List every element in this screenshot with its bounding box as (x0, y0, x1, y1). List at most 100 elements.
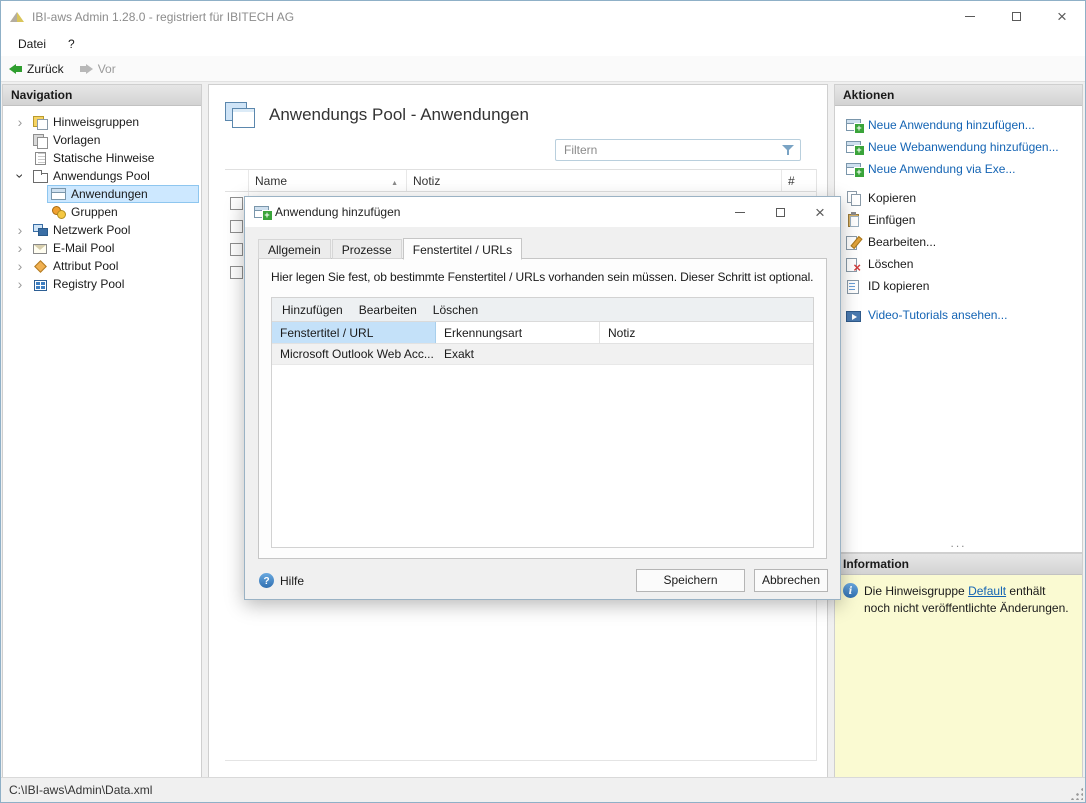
nav-item-anwendungs-pool[interactable]: Anwendungs Pool (3, 167, 201, 185)
nav-item-registry-pool[interactable]: Registry Pool (3, 275, 201, 293)
filter-icon[interactable] (776, 145, 800, 156)
grid-edit-button[interactable]: Bearbeiten (351, 300, 425, 320)
delete-icon (845, 256, 861, 272)
maximize-button[interactable] (993, 1, 1039, 32)
nav-toolbar: Zurück Vor (1, 56, 1085, 82)
dialog-minimize-button[interactable] (720, 197, 760, 227)
selected-tree-item: Anwendungen (47, 185, 199, 203)
grid-header: Fenstertitel / URL Erkennungsart Notiz (272, 322, 813, 344)
folder-icon (32, 168, 48, 184)
default-group-link[interactable]: Default (968, 584, 1006, 598)
grid-row[interactable]: Microsoft Outlook Web Acc... Exakt (272, 344, 813, 365)
nav-item-netzwerk-pool[interactable]: Netzwerk Pool (3, 221, 201, 239)
sort-ascending-icon (391, 174, 398, 188)
menu-datei[interactable]: Datei (7, 34, 57, 54)
dialog-icon (253, 204, 269, 220)
paste-icon (845, 212, 861, 228)
information-text: Die Hinweisgruppe Default enthält noch n… (864, 583, 1069, 617)
network-icon (32, 222, 48, 238)
navigation-tree: Hinweisgruppen Vorlagen Statische Hinwei… (3, 106, 201, 293)
nav-item-anwendungen[interactable]: Anwendungen (3, 185, 201, 203)
action-video-tutorials[interactable]: Video-Tutorials ansehen... (835, 304, 1082, 326)
forward-button[interactable]: Vor (80, 62, 116, 76)
minimize-button[interactable] (947, 1, 993, 32)
nav-item-hinweisgruppen[interactable]: Hinweisgruppen (3, 113, 201, 131)
forward-icon (80, 64, 93, 74)
resize-grip-icon[interactable] (1069, 786, 1083, 800)
grid-delete-button[interactable]: Löschen (425, 300, 486, 320)
action-einfuegen[interactable]: Einfügen (835, 209, 1082, 231)
cancel-button[interactable]: Abbrechen (754, 569, 828, 592)
nav-item-vorlagen[interactable]: Vorlagen (3, 131, 201, 149)
mail-icon (32, 240, 48, 256)
grid-add-button[interactable]: Hinzufügen (274, 300, 351, 320)
tab-fenstertitel-urls[interactable]: Fenstertitel / URLs (403, 238, 522, 260)
dialog-description: Hier legen Sie fest, ob bestimmte Fenste… (259, 259, 826, 284)
dialog-tab-page: Hier legen Sie fest, ob bestimmte Fenste… (258, 258, 827, 559)
information-header: Information (835, 554, 1082, 575)
grid-column-fenstertitel[interactable]: Fenstertitel / URL (272, 322, 436, 343)
save-button[interactable]: Speichern (636, 569, 745, 592)
row-checkbox[interactable] (230, 243, 243, 256)
chevron-right-icon[interactable] (11, 221, 29, 239)
status-bar: C:\IBI-aws\Admin\Data.xml (1, 777, 1085, 802)
action-id-kopieren[interactable]: ID kopieren (835, 275, 1082, 297)
grid-column-notiz[interactable]: Notiz (600, 322, 813, 343)
hint-groups-icon (32, 114, 48, 130)
static-hints-icon (32, 150, 48, 166)
dialog-title-bar[interactable]: Anwendung hinzufügen (245, 197, 840, 227)
dialog-close-button[interactable] (800, 197, 840, 227)
help-link[interactable]: Hilfe (259, 573, 304, 588)
edit-icon (845, 234, 861, 250)
filter-row (209, 133, 827, 169)
page-title-icon (225, 102, 255, 128)
chevron-right-icon[interactable] (11, 275, 29, 293)
action-neue-anwendung[interactable]: Neue Anwendung hinzufügen... (835, 114, 1082, 136)
app-logo-icon (10, 11, 24, 23)
tab-allgemein[interactable]: Allgemein (258, 239, 331, 259)
filter-input[interactable] (556, 143, 776, 157)
filter-box (555, 139, 801, 161)
nav-item-gruppen[interactable]: Gruppen (3, 203, 201, 221)
row-checkbox[interactable] (230, 197, 243, 210)
applications-icon (50, 186, 66, 202)
column-header-number[interactable]: # (782, 170, 817, 191)
chevron-right-icon[interactable] (11, 239, 29, 257)
column-header-notiz[interactable]: Notiz (407, 170, 782, 191)
attribute-icon (32, 258, 48, 274)
action-loeschen[interactable]: Löschen (835, 253, 1082, 275)
actions-list: Neue Anwendung hinzufügen... Neue Webanw… (835, 106, 1082, 326)
information-body: Die Hinweisgruppe Default enthält noch n… (835, 575, 1082, 777)
grid-column-erkennungsart[interactable]: Erkennungsart (436, 322, 600, 343)
actions-panel: Aktionen Neue Anwendung hinzufügen... Ne… (834, 84, 1083, 553)
nav-item-statische-hinweise[interactable]: Statische Hinweise (3, 149, 201, 167)
maximize-icon (1012, 12, 1021, 21)
action-kopieren[interactable]: Kopieren (835, 187, 1082, 209)
dialog-maximize-button[interactable] (760, 197, 800, 227)
actions-overflow-indicator: ... (835, 537, 1082, 551)
title-bar[interactable]: IBI-aws Admin 1.28.0 - registriert für I… (1, 1, 1085, 32)
row-checkbox[interactable] (230, 220, 243, 233)
close-button[interactable] (1039, 1, 1085, 32)
column-header-checkbox[interactable] (225, 170, 249, 191)
window-controls (947, 1, 1085, 32)
main-header: Anwendungs Pool - Anwendungen (209, 85, 827, 133)
minimize-icon (965, 16, 975, 17)
chevron-right-icon[interactable] (11, 257, 29, 275)
copy-icon (845, 190, 861, 206)
tab-prozesse[interactable]: Prozesse (332, 239, 402, 259)
templates-icon (32, 132, 48, 148)
column-header-name[interactable]: Name (249, 170, 407, 191)
copy-id-icon (845, 278, 861, 294)
chevron-right-icon[interactable] (11, 113, 29, 131)
menu-help[interactable]: ? (57, 34, 86, 54)
chevron-down-icon[interactable] (11, 167, 29, 185)
back-button[interactable]: Zurück (9, 62, 64, 76)
action-neue-webanwendung[interactable]: Neue Webanwendung hinzufügen... (835, 136, 1082, 158)
nav-item-email-pool[interactable]: E-Mail Pool (3, 239, 201, 257)
action-neue-anwendung-via-exe[interactable]: Neue Anwendung via Exe... (835, 158, 1082, 180)
maximize-icon (776, 208, 785, 217)
nav-item-attribut-pool[interactable]: Attribut Pool (3, 257, 201, 275)
action-bearbeiten[interactable]: Bearbeiten... (835, 231, 1082, 253)
row-checkbox[interactable] (230, 266, 243, 279)
